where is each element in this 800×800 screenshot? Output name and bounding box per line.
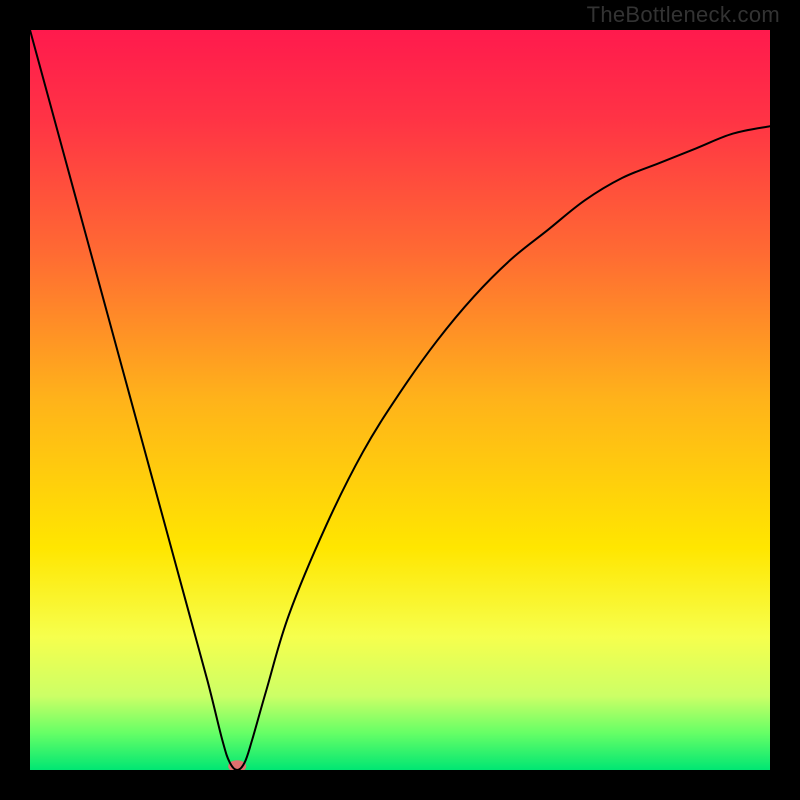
chart-svg bbox=[30, 30, 770, 770]
plot-area bbox=[30, 30, 770, 770]
chart-frame: TheBottleneck.com bbox=[0, 0, 800, 800]
watermark-text: TheBottleneck.com bbox=[587, 2, 780, 28]
gradient-background bbox=[30, 30, 770, 770]
